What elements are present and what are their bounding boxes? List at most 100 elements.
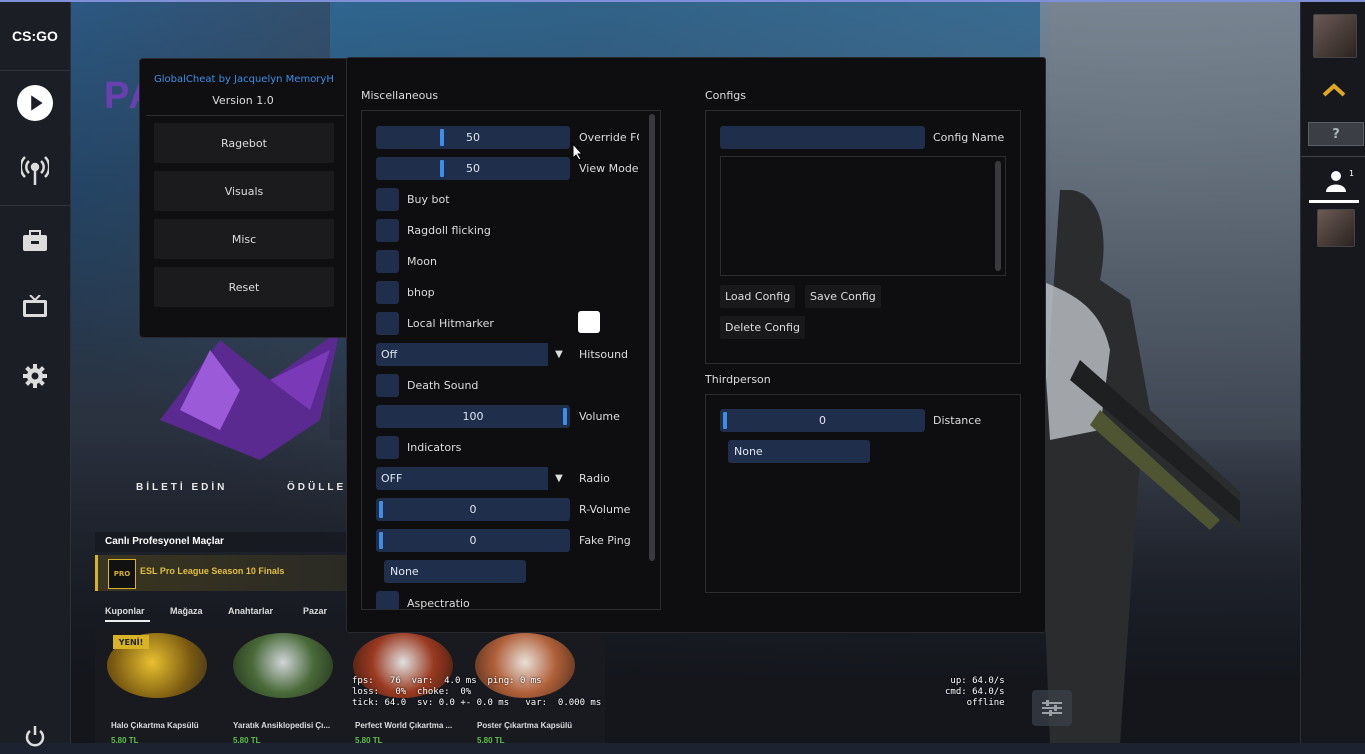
help-button[interactable]: ? xyxy=(1308,122,1364,146)
dropdown-arrow-icon[interactable]: ▼ xyxy=(548,467,570,490)
capsule-price: 5.80 TL xyxy=(477,736,505,745)
ragdoll-checkbox[interactable] xyxy=(376,219,399,242)
tab-keys[interactable]: Anahtarlar xyxy=(228,606,273,616)
power-icon[interactable] xyxy=(17,718,53,754)
tab-coupons[interactable]: Kuponlar xyxy=(105,606,145,616)
slider-grab[interactable] xyxy=(439,129,444,146)
hitsound-label: Hitsound xyxy=(579,348,629,361)
indicators-label: Indicators xyxy=(407,441,462,454)
friend-avatar[interactable] xyxy=(1317,209,1355,247)
buy-bot-label: Buy bot xyxy=(407,193,450,206)
misc-group: 50 Override FOV 50 View Model Buy bot Ra… xyxy=(361,110,661,610)
net-graph-left: fps: 76 var: 4.0 ms ping: 0 ms loss: 0% … xyxy=(352,676,602,708)
dropdown-arrow-icon[interactable]: ▼ xyxy=(548,343,570,366)
delete-config-button[interactable]: Delete Config xyxy=(720,316,805,339)
case-artwork xyxy=(160,330,340,460)
buy-bot-checkbox[interactable] xyxy=(376,188,399,211)
watch-icon[interactable] xyxy=(17,289,53,325)
override-fov-slider[interactable]: 50 xyxy=(376,126,570,149)
new-badge: YENİ! xyxy=(113,635,149,649)
save-config-button[interactable]: Save Config xyxy=(805,285,881,308)
ragdoll-label: Ragdoll flicking xyxy=(407,224,491,237)
fake-ping-label: Fake Ping xyxy=(579,534,631,547)
play-icon[interactable] xyxy=(17,85,53,121)
slider-value: 50 xyxy=(466,162,480,175)
ragebot-button[interactable]: Ragebot xyxy=(154,123,334,163)
left-navigation: CS:GO xyxy=(0,2,71,747)
right-social-strip: ? 1 xyxy=(1300,2,1365,743)
capsule-name: Yaratık Ansiklopedisi Çı... xyxy=(233,721,331,730)
view-model-slider[interactable]: 50 xyxy=(376,157,570,180)
friends-underline xyxy=(1309,200,1359,203)
hitsound-combo[interactable]: Off ▼ xyxy=(376,343,570,366)
user-avatar[interactable] xyxy=(1313,14,1357,58)
aspect-ratio-checkbox[interactable] xyxy=(376,591,399,609)
tab-market[interactable]: Pazar xyxy=(303,606,327,616)
volume-slider[interactable]: 100 xyxy=(376,405,570,428)
misc-key-field[interactable]: None xyxy=(384,560,526,583)
config-name-input[interactable] xyxy=(720,126,925,149)
moon-checkbox[interactable] xyxy=(376,250,399,273)
local-hitmarker-label: Local Hitmarker xyxy=(407,317,494,330)
capsule-name: Halo Çıkartma Kapsülü xyxy=(111,721,199,730)
rewards-label[interactable]: ÖDÜLLE xyxy=(287,482,346,493)
slider-grab[interactable] xyxy=(379,532,383,549)
rank-chevron-icon[interactable] xyxy=(1322,82,1346,101)
settings-sliders-icon[interactable] xyxy=(1032,690,1072,726)
net-graph-right: up: 64.0/s cmd: 64.0/s offline xyxy=(945,676,1005,708)
reset-button[interactable]: Reset xyxy=(154,267,334,307)
slider-grab[interactable] xyxy=(563,408,567,425)
field-value: None xyxy=(390,565,419,578)
radio-combo[interactable]: OFF ▼ xyxy=(376,467,570,490)
thirdperson-key-field[interactable]: None xyxy=(728,440,870,463)
live-matches-header: Canlı Profesyonel Maçlar xyxy=(95,532,360,552)
slider-value: 0 xyxy=(469,503,477,516)
death-sound-checkbox[interactable] xyxy=(376,374,399,397)
cheat-version: Version 1.0 xyxy=(212,94,274,107)
config-list-scrollbar[interactable] xyxy=(995,161,1001,271)
tab-store[interactable]: Mağaza xyxy=(170,606,203,616)
override-fov-label: Override FOV xyxy=(579,131,639,144)
view-model-label: View Model xyxy=(579,162,639,175)
field-value: None xyxy=(734,445,763,458)
combo-value: Off xyxy=(381,348,398,361)
fake-ping-slider[interactable]: 0 xyxy=(376,529,570,552)
capsule-price: 5.80 TL xyxy=(355,736,383,745)
soldier-character xyxy=(1040,190,1240,743)
load-config-button[interactable]: Load Config xyxy=(720,285,796,308)
volume-label: Volume xyxy=(579,410,620,423)
esl-match-banner[interactable]: PRO ESL Pro League Season 10 Finals xyxy=(95,555,353,591)
indicators-checkbox[interactable] xyxy=(376,436,399,459)
local-hitmarker-checkbox[interactable] xyxy=(376,312,399,335)
slider-grab[interactable] xyxy=(379,501,383,518)
esl-title: ESL Pro League Season 10 Finals xyxy=(140,566,285,576)
r-volume-label: R-Volume xyxy=(579,503,631,516)
distance-slider[interactable]: 0 xyxy=(720,409,925,432)
settings-gear-icon[interactable] xyxy=(17,358,53,394)
broadcast-icon[interactable] xyxy=(17,152,53,188)
misc-button[interactable]: Misc xyxy=(154,219,334,259)
bhop-checkbox[interactable] xyxy=(376,281,399,304)
misc-scrollbar[interactable] xyxy=(649,114,655,561)
inventory-icon[interactable] xyxy=(17,223,53,259)
shop-tabs: Kuponlar Mağaza Anahtarlar Pazar xyxy=(95,600,350,622)
thirdperson-group: 0 Distance None xyxy=(705,394,1021,593)
slider-grab[interactable] xyxy=(723,412,727,429)
capsule-name: Poster Çıkartma Kapsülü xyxy=(477,721,573,730)
capsule-price: 5.80 TL xyxy=(111,736,139,745)
active-tab-underline xyxy=(105,620,150,622)
friends-icon[interactable] xyxy=(1325,170,1347,196)
slider-grab[interactable] xyxy=(439,160,444,177)
mouse-cursor-icon xyxy=(572,143,584,161)
configs-group-title: Configs xyxy=(705,89,747,102)
capsule-creature[interactable] xyxy=(233,633,333,698)
config-list[interactable] xyxy=(720,156,1006,276)
menu-divider xyxy=(146,115,344,116)
strip-divider xyxy=(1301,156,1365,157)
friends-count: 1 xyxy=(1349,169,1355,178)
visuals-button[interactable]: Visuals xyxy=(154,171,334,211)
r-volume-slider[interactable]: 0 xyxy=(376,498,570,521)
hitmarker-color-picker[interactable] xyxy=(578,311,600,333)
radio-label: Radio xyxy=(579,472,610,485)
get-ticket-label[interactable]: BİLETİ EDİN xyxy=(136,482,227,493)
